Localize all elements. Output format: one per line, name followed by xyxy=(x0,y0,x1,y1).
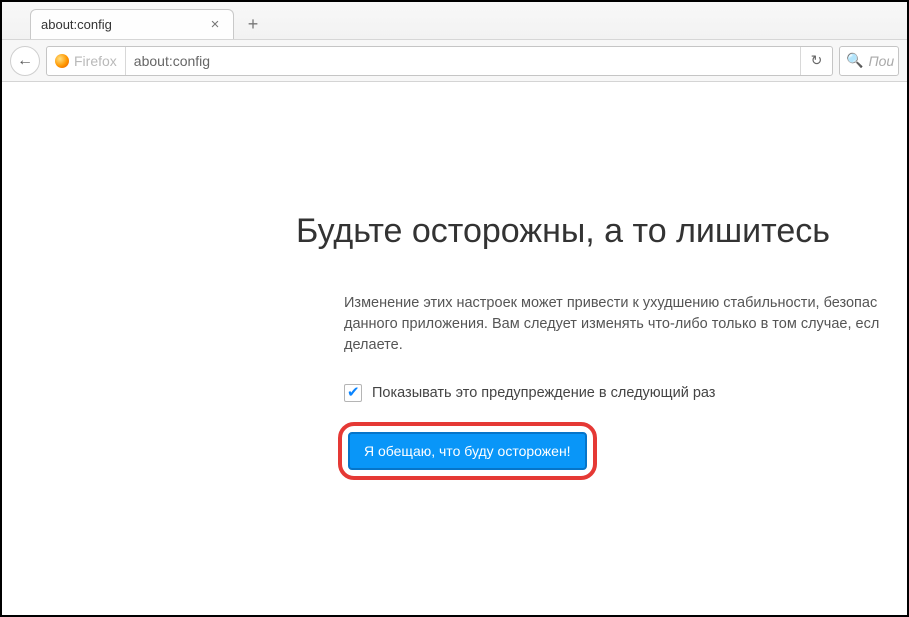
show-warning-label: Показывать это предупреждение в следующи… xyxy=(372,385,715,401)
url-text[interactable]: about:config xyxy=(126,53,800,69)
new-tab-button[interactable]: + xyxy=(240,12,266,36)
tab-close-icon[interactable]: × xyxy=(207,16,223,33)
search-box[interactable]: 🔍 Пои xyxy=(839,46,899,76)
highlight-annotation: Я обещаю, что буду осторожен! xyxy=(338,422,597,480)
toolbar: ← Firefox about:config ↻ 🔍 Пои xyxy=(2,40,907,82)
browser-tab[interactable]: about:config × xyxy=(30,9,234,39)
search-placeholder: Пои xyxy=(868,53,894,69)
reload-button[interactable]: ↻ xyxy=(800,47,832,75)
warning-body: Изменение этих настроек может привести к… xyxy=(344,293,907,356)
warning-line-2: данного приложения. Вам следует изменять… xyxy=(344,314,907,335)
identity-label: Firefox xyxy=(74,53,117,69)
warning-header: Будьте осторожны, а то лишитесь xyxy=(262,212,907,251)
show-warning-checkbox[interactable] xyxy=(344,384,362,402)
warning-page: Будьте осторожны, а то лишитесь Изменени… xyxy=(2,82,907,480)
identity-block: Firefox xyxy=(47,47,126,75)
accept-risk-button[interactable]: Я обещаю, что буду осторожен! xyxy=(348,432,587,470)
reload-icon: ↻ xyxy=(811,52,823,69)
show-warning-checkbox-row[interactable]: Показывать это предупреждение в следующи… xyxy=(344,384,907,402)
firefox-icon xyxy=(55,54,69,68)
warning-line-3: делаете. xyxy=(344,335,907,356)
search-icon: 🔍 xyxy=(846,52,863,69)
tab-strip: about:config × + xyxy=(2,2,907,40)
tab-title: about:config xyxy=(41,17,207,32)
warning-line-1: Изменение этих настроек может привести к… xyxy=(344,293,907,314)
warning-title: Будьте осторожны, а то лишитесь xyxy=(296,212,830,251)
arrow-left-icon: ← xyxy=(17,52,33,70)
back-button[interactable]: ← xyxy=(10,46,40,76)
address-bar[interactable]: Firefox about:config ↻ xyxy=(46,46,833,76)
